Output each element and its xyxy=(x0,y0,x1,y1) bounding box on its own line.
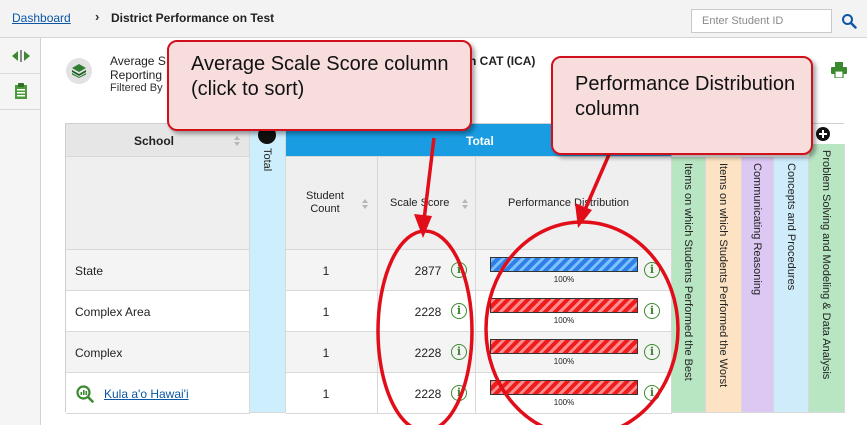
scale-score-callout-text: Average Scale Score column (click to sor… xyxy=(191,53,449,100)
performance-arrow xyxy=(582,149,613,213)
performance-highlight-ellipse xyxy=(484,220,680,425)
scale-score-callout: Average Scale Score column (click to sor… xyxy=(167,40,472,131)
performance-callout: Performance Distribution column xyxy=(551,56,813,155)
performance-callout-text: Performance Distribution column xyxy=(575,73,796,120)
scale-score-arrow xyxy=(422,137,436,221)
scale-score-highlight-ellipse xyxy=(376,229,474,425)
performance-arrowhead xyxy=(575,203,592,228)
plus-circle-icon[interactable] xyxy=(816,127,830,141)
